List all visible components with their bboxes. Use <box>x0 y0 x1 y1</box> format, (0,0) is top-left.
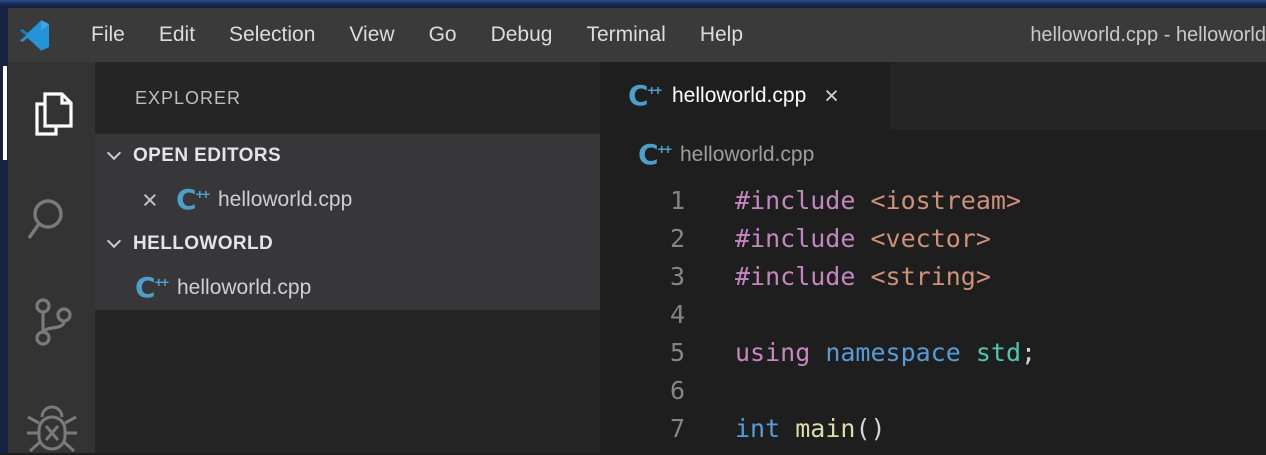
breadcrumb[interactable]: C++ helloworld.cpp <box>600 130 1266 180</box>
token-directive: #include <box>735 262 855 291</box>
token-plain <box>855 186 870 215</box>
token-directive: #include <box>735 224 855 253</box>
menu-item-help[interactable]: Help <box>683 8 760 62</box>
desktop-edge-top <box>0 0 1266 8</box>
line-number: 6 <box>600 372 685 410</box>
window-title: helloworld.cpp - helloworld <box>1030 24 1266 47</box>
code-text: #include <vector> <box>735 220 991 258</box>
line-number: 2 <box>600 220 685 258</box>
token-keyword: int <box>735 414 780 443</box>
code-line: 4 <box>600 296 1266 334</box>
section-header-helloworld[interactable]: HELLOWORLD <box>95 222 600 266</box>
section-label: HELLOWORLD <box>133 233 273 255</box>
code-line: 3 #include <string> <box>600 258 1266 296</box>
token-directive: #include <box>735 186 855 215</box>
code-editor[interactable]: 1 #include <iostream> 2 #include <vector> 3 #… <box>600 180 1266 448</box>
code-line: 5 using namespace std; <box>600 334 1266 372</box>
activity-bar <box>8 62 95 453</box>
token-plain <box>855 262 870 291</box>
line-number: 7 <box>600 410 685 448</box>
section-header-open-editors[interactable]: OPEN EDITORS <box>95 134 600 178</box>
cpp-file-icon: C++ <box>628 81 660 111</box>
token-plain <box>810 338 825 367</box>
tab-bar: C++ helloworld.cpp × <box>600 62 1266 130</box>
active-view-indicator <box>3 66 7 160</box>
vscode-logo-icon <box>19 20 50 51</box>
menu-item-file[interactable]: File <box>74 8 142 62</box>
menu-item-go[interactable]: Go <box>412 8 474 62</box>
sidebar-title: EXPLORER <box>95 62 600 134</box>
cpp-file-icon: C++ <box>176 185 208 215</box>
editor-group: C++ helloworld.cpp × C++ helloworld.cpp … <box>600 62 1266 453</box>
code-text: #include <string> <box>735 258 991 296</box>
line-number: 3 <box>600 258 685 296</box>
files-icon <box>26 88 78 140</box>
code-line: 1 #include <iostream> <box>600 182 1266 220</box>
token-plain <box>961 338 976 367</box>
search-icon <box>26 194 78 246</box>
bug-icon <box>24 399 80 455</box>
token-string: <string> <box>870 262 990 291</box>
menu-bar: FileEditSelectionViewGoDebugTerminalHelp <box>74 8 760 62</box>
line-number: 5 <box>600 334 685 372</box>
menu-item-edit[interactable]: Edit <box>142 8 212 62</box>
activity-item-debug[interactable] <box>8 399 95 455</box>
tab-helloworld-cpp[interactable]: C++ helloworld.cpp × <box>600 62 890 130</box>
menu-item-selection[interactable]: Selection <box>212 8 332 62</box>
token-plain: ; <box>1021 338 1036 367</box>
line-number: 4 <box>600 296 685 334</box>
token-plain <box>780 414 795 443</box>
breadcrumb-file-label: helloworld.cpp <box>680 143 814 167</box>
code-text: using namespace std; <box>735 334 1036 372</box>
token-plain <box>855 224 870 253</box>
token-string: <iostream> <box>870 186 1021 215</box>
tab-label: helloworld.cpp <box>672 84 806 108</box>
activity-item-source-control[interactable] <box>8 294 95 350</box>
explorer-tree: OPEN EDITORS × C++ helloworld.cpp HELLOWORLD… <box>95 134 600 310</box>
title-bar: FileEditSelectionViewGoDebugTerminalHelp… <box>8 8 1266 62</box>
git-branch-icon <box>26 296 78 348</box>
explorer-sidebar: EXPLORER OPEN EDITORS × C++ helloworld.cpp H… <box>95 62 600 453</box>
token-plain: () <box>855 414 885 443</box>
activity-item-search[interactable] <box>8 192 95 248</box>
activity-item-explorer[interactable] <box>8 86 95 142</box>
chevron-down-icon <box>107 146 121 160</box>
code-line: 6 <box>600 372 1266 410</box>
line-number: 1 <box>600 182 685 220</box>
code-text: #include <iostream> <box>735 182 1021 220</box>
menu-item-terminal[interactable]: Terminal <box>569 8 682 62</box>
tree-item-helloworld-cpp[interactable]: C++ helloworld.cpp <box>95 266 600 310</box>
code-text: int main() <box>735 410 886 448</box>
token-directive: using <box>735 338 810 367</box>
file-label: helloworld.cpp <box>177 276 311 300</box>
token-keyword: namespace <box>825 338 960 367</box>
token-type: std <box>976 338 1021 367</box>
close-icon[interactable]: × <box>142 190 168 210</box>
tab-close-icon[interactable]: × <box>824 86 839 106</box>
chevron-down-icon <box>107 234 121 248</box>
token-function: main <box>795 414 855 443</box>
menu-item-view[interactable]: View <box>332 8 411 62</box>
cpp-file-icon: C++ <box>638 140 670 170</box>
tree-item-helloworld-cpp[interactable]: × C++ helloworld.cpp <box>95 178 600 222</box>
code-line: 2 #include <vector> <box>600 220 1266 258</box>
token-string: <vector> <box>870 224 990 253</box>
cpp-file-icon: C++ <box>135 273 167 303</box>
file-label: helloworld.cpp <box>218 188 352 212</box>
menu-item-debug[interactable]: Debug <box>474 8 570 62</box>
section-label: OPEN EDITORS <box>133 145 281 167</box>
code-line: 7 int main() <box>600 410 1266 448</box>
